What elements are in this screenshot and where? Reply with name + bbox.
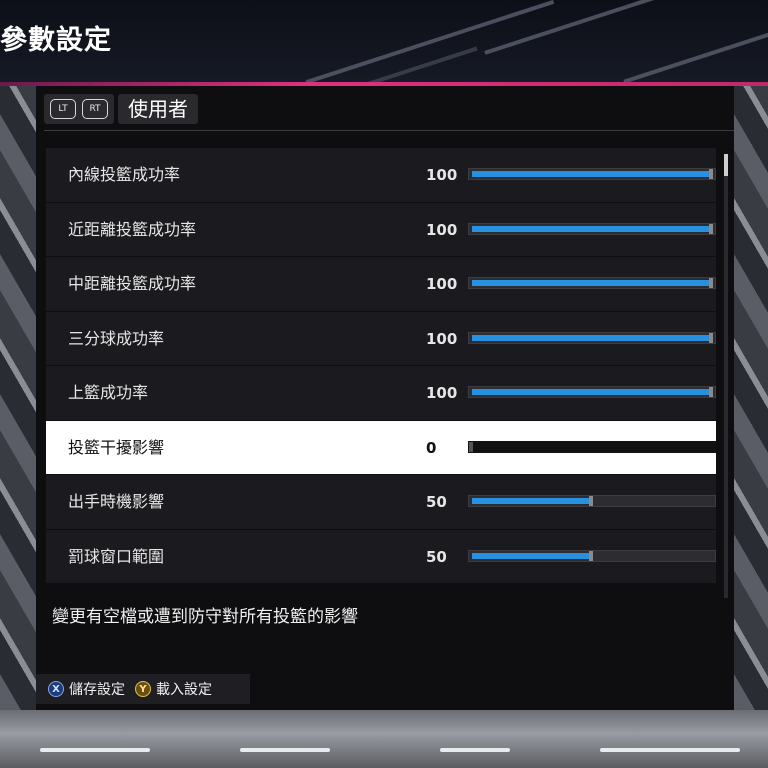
slider-handle[interactable] <box>709 169 713 179</box>
slider-fill <box>472 334 712 341</box>
background-art-right <box>734 86 768 710</box>
setting-value: 0 <box>426 438 437 457</box>
x-button-icon: X <box>48 681 64 697</box>
slider-handle[interactable] <box>469 441 473 452</box>
setting-label: 投籃干擾影響 <box>68 437 165 457</box>
setting-label: 近距離投籃成功率 <box>68 219 197 239</box>
slider-handle[interactable] <box>589 550 593 561</box>
setting-row[interactable]: 上籃成功率 100 <box>46 366 716 421</box>
slider-fill <box>472 498 592 504</box>
slider-fill <box>472 280 712 286</box>
setting-label: 中距離投籃成功率 <box>68 274 197 293</box>
setting-row[interactable]: 罰球窗口範圍 50 <box>46 529 716 584</box>
setting-row[interactable]: 內線投籃成功率 100 <box>46 148 716 203</box>
setting-slider[interactable] <box>468 168 716 180</box>
slider-fill <box>472 225 712 232</box>
slider-handle[interactable] <box>709 387 713 397</box>
save-settings-button[interactable]: X 儲存設定 <box>48 679 125 699</box>
slider-handle[interactable] <box>589 496 593 506</box>
tab-divider <box>44 130 734 131</box>
header-background <box>0 0 768 84</box>
tab-user[interactable]: 使用者 <box>118 94 198 124</box>
setting-slider[interactable] <box>468 386 716 398</box>
setting-slider[interactable] <box>468 440 716 453</box>
bumper-group: LT RT <box>44 94 114 124</box>
setting-value: 100 <box>426 384 458 402</box>
setting-row[interactable]: 出手時機影響 50 <box>46 475 716 530</box>
setting-row[interactable]: 中距離投籃成功率 100 <box>46 257 716 312</box>
setting-label: 內線投籃成功率 <box>68 165 181 184</box>
slider-fill <box>472 552 592 559</box>
load-settings-button[interactable]: Y 載入設定 <box>135 679 212 699</box>
settings-list: 內線投籃成功率 100 近距離投籃成功率 100 中距離投籃成功率 100 三分球成功率 10… <box>46 148 716 598</box>
setting-label: 三分球成功率 <box>68 328 165 348</box>
slider-fill <box>472 171 712 177</box>
settings-panel: LT RT 使用者 內線投籃成功率 100 近距離投籃成功率 100 中距離投籃成功率 1… <box>36 86 734 710</box>
scrollbar-thumb[interactable] <box>724 154 728 176</box>
slider-fill <box>472 389 712 395</box>
setting-value: 50 <box>426 547 447 566</box>
save-settings-label: 儲存設定 <box>69 682 125 698</box>
setting-label: 出手時機影響 <box>68 492 165 511</box>
setting-slider[interactable] <box>468 549 716 562</box>
load-settings-label: 載入設定 <box>156 682 212 698</box>
slider-handle[interactable] <box>709 223 713 234</box>
background-art-left <box>0 86 36 710</box>
footer-actions: X 儲存設定 Y 載入設定 <box>36 674 250 704</box>
rt-bumper-icon[interactable]: RT <box>82 99 108 119</box>
setting-row[interactable]: 近距離投籃成功率 100 <box>46 202 716 257</box>
setting-label: 罰球窗口範圍 <box>68 546 165 566</box>
tab-bar: LT RT 使用者 <box>44 92 198 126</box>
y-button-icon: Y <box>135 681 151 697</box>
page-title: 參數設定 <box>0 25 112 56</box>
setting-value: 50 <box>426 493 447 511</box>
setting-slider[interactable] <box>468 331 716 344</box>
setting-slider[interactable] <box>468 222 716 235</box>
setting-row[interactable]: 三分球成功率 100 <box>46 311 716 366</box>
setting-value: 100 <box>426 329 458 348</box>
setting-value: 100 <box>426 275 458 293</box>
setting-value: 100 <box>426 220 458 239</box>
slider-handle[interactable] <box>709 332 713 343</box>
setting-slider[interactable] <box>468 495 716 507</box>
background-art-bottom <box>0 710 768 768</box>
setting-description: 變更有空檔或遭到防守對所有投籃的影響 <box>52 607 358 627</box>
lt-bumper-icon[interactable]: LT <box>50 99 76 119</box>
setting-row[interactable]: 投籃干擾影響 0 <box>46 420 716 475</box>
scrollbar[interactable] <box>724 154 728 598</box>
setting-slider[interactable] <box>468 277 716 289</box>
setting-label: 上籃成功率 <box>68 383 149 402</box>
setting-value: 100 <box>426 166 458 184</box>
slider-handle[interactable] <box>709 278 713 288</box>
